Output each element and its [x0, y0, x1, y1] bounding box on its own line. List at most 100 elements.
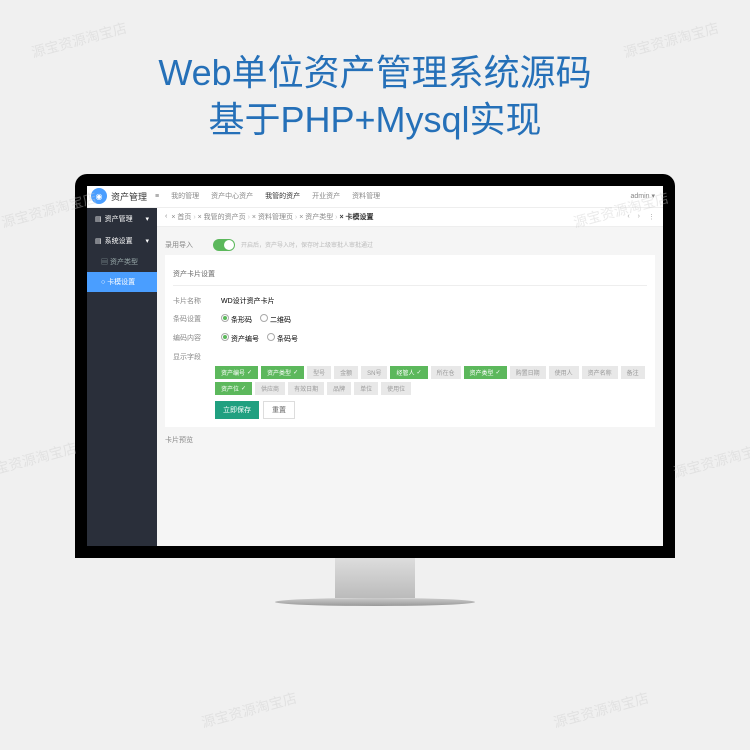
- card-name-label: 卡片名称: [173, 296, 215, 306]
- user-menu[interactable]: admin ▾: [630, 192, 655, 200]
- main-content: ‹ × 首页 › × 我管的资产页 › × 资料管理页 › × 资产类型 › ×…: [157, 208, 663, 546]
- watermark: 源宝资源淘宝店: [199, 688, 299, 733]
- field-tag[interactable]: 使用位: [381, 382, 411, 395]
- page-title: Web单位资产管理系统源码 基于PHP+Mysql实现: [0, 0, 750, 174]
- tag-label: 资产编号: [221, 368, 245, 377]
- sidebar: ▤资产管理▾▤系统设置▾▤ 资产类型○ 卡模设置: [87, 208, 157, 546]
- content-label: 编码内容: [173, 333, 215, 343]
- nav-more-icon[interactable]: ⋮: [648, 213, 655, 221]
- tag-label: SN号: [367, 368, 381, 377]
- check-icon: ✓: [247, 369, 252, 376]
- watermark: 源宝资源淘宝店: [0, 438, 79, 483]
- field-tag[interactable]: 资产名称: [582, 366, 618, 379]
- breadcrumb-back[interactable]: ‹: [165, 213, 167, 220]
- sidebar-item[interactable]: ▤系统设置 ▾: [87, 230, 157, 252]
- sidebar-label: 系统设置: [105, 236, 133, 246]
- sidebar-label: 资产管理: [105, 214, 133, 224]
- hamburger-icon[interactable]: ≡: [155, 193, 159, 200]
- app-header: ◉ 资产管理 ≡ 我的管理 资产中心资产 我管的资产 开业资产 资料管理 admin ▾: [87, 186, 663, 208]
- breadcrumb-item[interactable]: × 我管的资产页: [198, 214, 246, 221]
- field-tag[interactable]: 供应商: [255, 382, 285, 395]
- sidebar-sub-icon: ○: [101, 279, 105, 286]
- sidebar-item[interactable]: ▤资产管理 ▾: [87, 208, 157, 230]
- breadcrumb-item[interactable]: × 资料管理页: [252, 214, 293, 221]
- radio-label: 条形码: [231, 317, 252, 324]
- check-icon: ✓: [416, 369, 421, 376]
- tag-label: 有效日期: [294, 384, 318, 393]
- breadcrumb: ‹ × 首页 › × 我管的资产页 › × 资料管理页 › × 资产类型 › ×…: [157, 208, 663, 227]
- tag-label: 金额: [340, 368, 352, 377]
- field-tag[interactable]: 资产类型✓: [464, 366, 507, 379]
- field-tag[interactable]: 金额: [334, 366, 358, 379]
- monitor-mockup: ◉ 资产管理 ≡ 我的管理 资产中心资产 我管的资产 开业资产 资料管理 admin ▾…: [75, 174, 675, 606]
- field-tag[interactable]: 资产编号✓: [215, 366, 258, 379]
- save-button[interactable]: 立即保存: [215, 401, 259, 419]
- breadcrumb-item[interactable]: × 首页: [171, 214, 191, 221]
- check-icon: ✓: [496, 369, 501, 376]
- reset-button[interactable]: 重置: [263, 401, 295, 419]
- field-tag[interactable]: 资产位✓: [215, 382, 252, 395]
- field-tag[interactable]: 购置日期: [510, 366, 546, 379]
- tag-label: 资产位: [221, 384, 239, 393]
- code-label: 条码设置: [173, 314, 215, 324]
- approver-toggle[interactable]: [213, 239, 235, 251]
- tag-label: 使用人: [555, 368, 573, 377]
- chevron-down-icon: ▾: [145, 237, 149, 245]
- field-tag[interactable]: 品牌: [327, 382, 351, 395]
- radio-label: 二维码: [270, 317, 291, 324]
- top-tab[interactable]: 我的管理: [171, 191, 199, 201]
- field-tag[interactable]: 使用人: [549, 366, 579, 379]
- tag-label: 购置日期: [516, 368, 540, 377]
- tag-label: 经管人: [396, 368, 414, 377]
- chevron-down-icon: ▾: [145, 215, 149, 223]
- watermark: 源宝资源淘宝店: [671, 438, 750, 483]
- section-title: 资产卡片设置: [173, 263, 647, 286]
- sidebar-sub-icon: ▤: [101, 259, 108, 266]
- field-tag[interactable]: 备注: [621, 366, 645, 379]
- tag-label: 单位: [360, 384, 372, 393]
- tag-label: 供应商: [261, 384, 279, 393]
- radio-option[interactable]: [267, 333, 275, 341]
- tag-label: 所在仓: [437, 368, 455, 377]
- tag-label: 使用位: [387, 384, 405, 393]
- tag-label: 资产名称: [588, 368, 612, 377]
- top-tab[interactable]: 资料管理: [352, 191, 380, 201]
- field-tag[interactable]: 型号: [307, 366, 331, 379]
- sidebar-subitem[interactable]: ▤ 资产类型: [87, 252, 157, 272]
- radio-option[interactable]: [221, 314, 229, 322]
- field-tag[interactable]: 单位: [354, 382, 378, 395]
- sidebar-icon: ▤: [95, 215, 102, 223]
- field-tag[interactable]: 经管人✓: [390, 366, 427, 379]
- approver-label: 录用导入: [165, 240, 207, 250]
- radio-option[interactable]: [221, 333, 229, 341]
- field-tag[interactable]: 所在仓: [431, 366, 461, 379]
- top-tab[interactable]: 我管的资产: [265, 191, 300, 201]
- radio-label: 条码号: [277, 336, 298, 343]
- breadcrumb-item: × 卡模设置: [339, 214, 373, 221]
- tag-label: 型号: [313, 368, 325, 377]
- field-tag[interactable]: SN号: [361, 366, 387, 379]
- logo-icon: ◉: [91, 188, 107, 204]
- display-label: 显示字段: [173, 352, 215, 362]
- top-tab[interactable]: 开业资产: [312, 191, 340, 201]
- app-name: 资产管理: [111, 190, 147, 203]
- sidebar-sub-label: 资产类型: [110, 259, 138, 266]
- radio-label: 资产编号: [231, 336, 259, 343]
- sidebar-sub-label: 卡模设置: [107, 279, 135, 286]
- top-tab[interactable]: 资产中心资产: [211, 191, 253, 201]
- card-name-value: WD设计资产卡片: [221, 296, 275, 306]
- nav-next-icon[interactable]: ›: [638, 213, 640, 221]
- field-tag[interactable]: 有效日期: [288, 382, 324, 395]
- field-tag[interactable]: 资产类型✓: [261, 366, 304, 379]
- tag-label: 资产类型: [267, 368, 291, 377]
- radio-option[interactable]: [260, 314, 268, 322]
- tag-label: 品牌: [333, 384, 345, 393]
- title-line-2: 基于PHP+Mysql实现: [20, 97, 730, 144]
- breadcrumb-item[interactable]: × 资产类型: [299, 214, 333, 221]
- sidebar-subitem[interactable]: ○ 卡模设置: [87, 272, 157, 292]
- sidebar-icon: ▤: [95, 237, 102, 245]
- nav-prev-icon[interactable]: ‹: [627, 213, 629, 221]
- preview-title: 卡片预览: [165, 427, 655, 449]
- tag-label: 资产类型: [470, 368, 494, 377]
- title-line-1: Web单位资产管理系统源码: [20, 50, 730, 97]
